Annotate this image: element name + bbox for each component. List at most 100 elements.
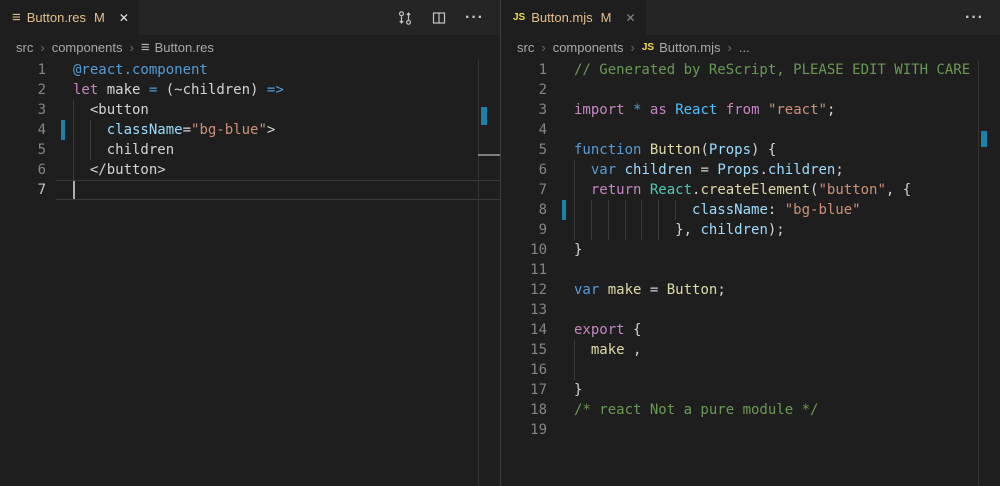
editor-pane-left: ≡ Button.res M ✕ ··· src›c <box>0 0 500 486</box>
code-line[interactable]: 2let make = (~children) => <box>0 80 500 100</box>
res-file-icon: ≡ <box>12 10 21 25</box>
code-line[interactable]: 8 className: "bg-blue" <box>501 200 1000 220</box>
line-number: 4 <box>0 120 46 140</box>
breadcrumb-separator-icon: › <box>541 40 545 55</box>
code-line[interactable]: 18/* react Not a pure module */ <box>501 400 1000 420</box>
gutter: 5 <box>0 140 73 160</box>
line-number: 14 <box>501 320 547 340</box>
indent-guide <box>658 200 659 220</box>
code-token: make <box>591 342 625 358</box>
code-line[interactable]: 3 <button <box>0 100 500 120</box>
code-line[interactable]: 5function Button(Props) { <box>501 140 1000 160</box>
code-token: "button" <box>818 182 885 198</box>
code-line[interactable]: 4 className="bg-blue"> <box>0 120 500 140</box>
code-line[interactable]: 10} <box>501 240 1000 260</box>
line-number: 5 <box>0 140 46 160</box>
line-number: 7 <box>0 180 46 200</box>
code-text <box>574 120 1000 140</box>
modified-badge: M <box>601 10 612 25</box>
code-line[interactable]: 13 <box>501 300 1000 320</box>
indent-guide <box>73 100 74 120</box>
breadcrumb-label: src <box>517 40 534 55</box>
code-token: }, <box>574 222 700 238</box>
more-actions-icon[interactable]: ··· <box>965 10 984 26</box>
code-text: var make = Button; <box>574 280 1000 300</box>
gutter: 4 <box>501 120 574 140</box>
code-text <box>574 260 1000 280</box>
code-line[interactable]: 7 return React.createElement("button", { <box>501 180 1000 200</box>
gutter: 10 <box>501 240 574 260</box>
breadcrumb-item[interactable]: JSButton.mjs <box>642 40 721 55</box>
editor-actions: ··· <box>397 0 500 35</box>
close-icon[interactable]: ✕ <box>119 11 129 25</box>
code-line[interactable]: 4 <box>501 120 1000 140</box>
code-line[interactable]: 6 </button> <box>0 160 500 180</box>
split-editor-icon[interactable] <box>431 10 447 26</box>
code-line[interactable]: 7 <box>0 180 500 200</box>
gutter: 5 <box>501 140 574 160</box>
line-number: 13 <box>501 300 547 320</box>
code-text <box>574 360 1000 380</box>
code-line[interactable]: 1 @react.component <box>0 60 500 80</box>
code-line[interactable]: 17} <box>501 380 1000 400</box>
tab-bar: ≡ Button.res M ✕ ··· <box>0 0 500 35</box>
line-number: 15 <box>501 340 547 360</box>
code-line[interactable]: 6 var children = Props.children; <box>501 160 1000 180</box>
close-icon[interactable]: ✕ <box>626 11 636 25</box>
compare-changes-icon[interactable] <box>397 10 413 26</box>
modified-badge: M <box>94 10 105 25</box>
code-line[interactable]: 5 children <box>0 140 500 160</box>
line-number: 19 <box>501 420 547 440</box>
code-token: createElement <box>700 182 810 198</box>
code-line[interactable]: 15 make , <box>501 340 1000 360</box>
code-line[interactable]: 2 <box>501 80 1000 100</box>
code-line[interactable]: 9 }, children); <box>501 220 1000 240</box>
line-number: 5 <box>501 140 547 160</box>
code-editor-res[interactable]: 1 @react.component 2let make = (~children)… <box>0 60 500 486</box>
code-text: }, children); <box>574 220 1000 240</box>
breadcrumb-item[interactable]: components <box>553 40 624 55</box>
breadcrumb-separator-icon: › <box>40 40 44 55</box>
indent-guide <box>608 200 609 220</box>
code-token: return <box>591 182 642 198</box>
code-editor-mjs[interactable]: 1// Generated by ReScript, PLEASE EDIT W… <box>501 60 1000 486</box>
code-token: { <box>625 322 642 338</box>
code-line[interactable]: 3import * as React from "react"; <box>501 100 1000 120</box>
breadcrumb-item[interactable]: ... <box>739 40 750 55</box>
code-line[interactable]: 14export { <box>501 320 1000 340</box>
code-text: <button <box>73 100 500 120</box>
breadcrumb-item[interactable]: ≡Button.res <box>141 40 214 55</box>
breadcrumb-item[interactable]: src <box>517 40 534 55</box>
more-actions-icon[interactable]: ··· <box>465 10 484 26</box>
code-token: @react.component <box>73 62 208 78</box>
line-number: 1 <box>501 60 547 80</box>
breadcrumb-label: Button.mjs <box>659 40 720 55</box>
code-token <box>717 102 725 118</box>
tab-button-mjs[interactable]: JS Button.mjs M ✕ <box>501 0 646 35</box>
tab-button-res[interactable]: ≡ Button.res M ✕ <box>0 0 139 35</box>
code-line[interactable]: 19 <box>501 420 1000 440</box>
code-token: Props <box>717 162 759 178</box>
code-token: ( <box>700 142 708 158</box>
gutter: 2 <box>0 80 73 100</box>
breadcrumb-item[interactable]: src <box>16 40 33 55</box>
line-number: 4 <box>501 120 547 140</box>
code-token: <button <box>73 102 149 118</box>
code-text: import * as React from "react"; <box>574 100 1000 120</box>
line-number: 1 <box>0 60 46 80</box>
code-token <box>760 102 768 118</box>
code-line[interactable]: 11 <box>501 260 1000 280</box>
breadcrumb-item[interactable]: components <box>52 40 123 55</box>
line-number: 6 <box>0 160 46 180</box>
code-text: make , <box>574 340 1000 360</box>
code-token: "bg-blue" <box>785 202 861 218</box>
code-token: children <box>768 162 835 178</box>
code-line[interactable]: 1// Generated by ReScript, PLEASE EDIT W… <box>501 60 1000 80</box>
code-token: , <box>625 342 642 358</box>
code-token: . <box>759 162 767 178</box>
code-token: children <box>625 162 692 178</box>
code-token: Props <box>709 142 751 158</box>
gutter: 13 <box>501 300 574 320</box>
code-line[interactable]: 12var make = Button; <box>501 280 1000 300</box>
code-line[interactable]: 16 <box>501 360 1000 380</box>
